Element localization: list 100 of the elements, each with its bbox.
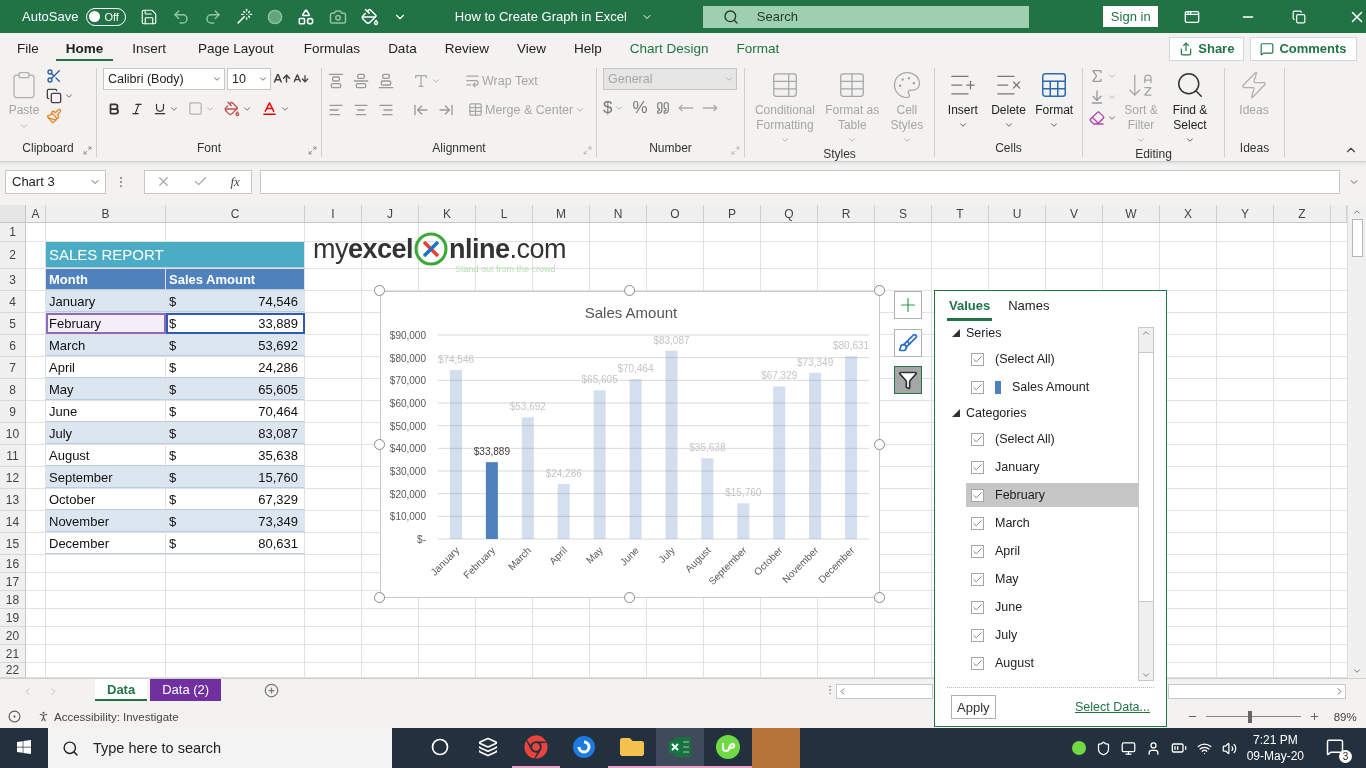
row-header[interactable]: 8	[0, 379, 26, 401]
menu-tab[interactable]: View	[506, 36, 556, 61]
column-header[interactable]: S	[875, 205, 932, 223]
sum-icon[interactable]	[1089, 68, 1105, 84]
horizontal-scrollbar[interactable]	[1168, 684, 1346, 699]
resize-handle[interactable]	[374, 592, 385, 603]
fill-color-icon[interactable]	[224, 100, 240, 117]
share-button[interactable]: Share	[1169, 36, 1245, 61]
column-header[interactable]: K	[419, 205, 476, 223]
start-button[interactable]	[16, 739, 32, 755]
row-header[interactable]: 16	[0, 555, 26, 573]
column-header[interactable]: P	[704, 205, 761, 223]
resize-handle[interactable]	[624, 592, 635, 603]
checkbox[interactable]	[971, 516, 984, 530]
filter-item[interactable]: January	[966, 455, 1138, 479]
row-header[interactable]: 1	[0, 223, 26, 242]
checkbox[interactable]	[971, 488, 984, 502]
camera-icon[interactable]	[328, 7, 347, 26]
column-header[interactable]: C	[166, 205, 305, 223]
row-header[interactable]: 11	[0, 445, 26, 467]
italic-icon[interactable]	[130, 101, 144, 116]
column-header[interactable]: Y	[1217, 205, 1274, 223]
menu-tab[interactable]: Insert	[122, 36, 177, 61]
wifi-icon[interactable]	[1196, 740, 1212, 756]
row-header[interactable]: 22	[0, 663, 26, 678]
align-bottom-icon[interactable]	[378, 72, 394, 89]
menu-tab[interactable]: Chart Design	[619, 36, 719, 61]
currency-symbol[interactable]: $	[603, 98, 613, 118]
column-header[interactable]: U	[989, 205, 1046, 223]
filter-item[interactable]: (Select All)	[966, 347, 1138, 371]
formula-field[interactable]	[260, 169, 1340, 194]
row-header[interactable]: 19	[0, 609, 26, 627]
vertical-scrollbar[interactable]	[1347, 205, 1366, 678]
column-header[interactable]: J	[362, 205, 419, 223]
resize-handle[interactable]	[874, 438, 885, 450]
ribbon-button[interactable]: Delete	[986, 68, 1031, 132]
ribbon-button[interactable]: Find & Select	[1165, 68, 1215, 147]
orientation-icon[interactable]	[413, 72, 429, 89]
row-header[interactable]: 7	[0, 357, 26, 379]
filter-item[interactable]: June	[966, 595, 1138, 619]
resize-handle[interactable]	[874, 592, 885, 603]
menu-tab[interactable]: Help	[563, 36, 612, 61]
font-name-field[interactable]: Calibri (Body)	[103, 68, 225, 90]
underline-icon[interactable]	[153, 101, 167, 116]
scroll-thumb[interactable]	[1351, 219, 1363, 257]
tree-heading[interactable]: Series	[966, 326, 1002, 340]
filter-item[interactable]: April	[966, 539, 1138, 563]
collapse-icon[interactable]	[952, 329, 960, 337]
align-top-icon[interactable]	[328, 72, 344, 89]
volume-icon[interactable]	[1221, 740, 1237, 756]
bold-icon[interactable]	[107, 101, 121, 116]
row-header[interactable]: 13	[0, 489, 26, 511]
checkbox[interactable]	[971, 460, 984, 474]
monitor-icon[interactable]	[1120, 740, 1136, 756]
scroll-thumb[interactable]	[1139, 352, 1153, 602]
add-sheet-icon[interactable]	[264, 683, 280, 698]
sign-in-button[interactable]: Sign in	[1103, 6, 1158, 27]
comma-style-icon[interactable]	[655, 101, 670, 115]
taskbar-search[interactable]: Type here to search	[48, 728, 392, 768]
ribbon-button[interactable]: Format	[1032, 68, 1076, 132]
column-header[interactable]: X	[1160, 205, 1217, 223]
spreadsheet-icon[interactable]	[668, 735, 692, 759]
panel-scrollbar[interactable]	[1138, 327, 1154, 681]
checkbox[interactable]	[971, 432, 984, 446]
select-data-link[interactable]: Select Data...	[1074, 700, 1150, 714]
menu-tab[interactable]: Review	[434, 36, 499, 61]
panel-tab[interactable]: Values	[947, 298, 993, 321]
column-header[interactable]: L	[476, 205, 533, 223]
battery-icon[interactable]	[1170, 740, 1187, 756]
filter-item[interactable]: May	[966, 567, 1138, 591]
column-header[interactable]: Q	[761, 205, 818, 223]
menu-tab[interactable]: File	[7, 36, 49, 61]
name-box[interactable]: Chart 3	[5, 169, 106, 194]
search-field[interactable]: Search	[702, 5, 1030, 28]
app-icon[interactable]	[715, 734, 741, 760]
tray-app-icon[interactable]	[1071, 741, 1086, 755]
menu-tab[interactable]: Home	[55, 36, 114, 61]
shapes-icon[interactable]	[296, 7, 315, 26]
font-size-field[interactable]: 10	[227, 68, 271, 90]
copy-icon[interactable]	[46, 88, 62, 104]
filter-item[interactable]: February	[966, 483, 1138, 507]
redo-icon[interactable]	[203, 7, 222, 26]
panel-tab[interactable]: Names	[1006, 298, 1052, 321]
filter-item[interactable]: (Select All)	[966, 427, 1138, 451]
column-header[interactable]: A	[26, 205, 46, 223]
align-middle-icon[interactable]	[353, 72, 369, 89]
row-header[interactable]: 2	[0, 242, 26, 269]
column-header[interactable]: V	[1046, 205, 1103, 223]
column-header[interactable]: I	[305, 205, 362, 223]
filter-item[interactable]: August	[966, 651, 1138, 675]
status-text[interactable]: Accessibility: Investigate	[54, 710, 179, 723]
row-header[interactable]: 6	[0, 335, 26, 357]
filter-item[interactable]: July	[966, 623, 1138, 647]
column-header[interactable]: M	[533, 205, 590, 223]
fill-down-icon[interactable]	[1089, 89, 1105, 105]
menu-tab[interactable]: Page Layout	[188, 36, 284, 61]
shield-icon[interactable]	[1095, 740, 1111, 756]
filter-item[interactable]: Sales Amount	[966, 375, 1138, 399]
column-header[interactable]: T	[932, 205, 989, 223]
row-header[interactable]: 10	[0, 423, 26, 445]
